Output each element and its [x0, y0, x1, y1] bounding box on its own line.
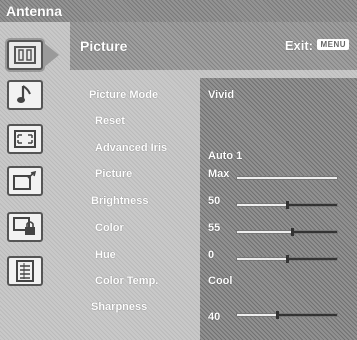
setting-value: 40 — [208, 311, 221, 323]
setting-label: Reset — [95, 115, 125, 127]
setting-value: Vivid — [208, 89, 235, 101]
slider-thumb[interactable] — [291, 228, 294, 236]
setting-row-brightness[interactable]: Brightness 50 — [0, 195, 357, 221]
color-slider[interactable] — [236, 228, 338, 236]
hue-slider[interactable] — [236, 255, 338, 263]
slider-fill — [237, 258, 287, 260]
slider-remainder — [277, 314, 337, 316]
setting-label: Picture Mode — [89, 89, 159, 101]
source-bar: Antenna — [0, 0, 357, 22]
source-label: Antenna — [6, 3, 62, 19]
setting-value: 55 — [208, 222, 221, 234]
menu-key-button[interactable]: MENU — [317, 39, 349, 50]
slider-thumb[interactable] — [286, 255, 289, 263]
setting-label: Hue — [95, 249, 116, 261]
setting-label: Advanced Iris — [95, 142, 168, 154]
setting-value: Auto 1 — [208, 150, 243, 162]
setting-label: Color Temp. — [95, 275, 159, 287]
slider-thumb[interactable] — [276, 311, 279, 319]
setting-value: 0 — [208, 249, 215, 261]
setting-value: Max — [208, 168, 230, 180]
slider-remainder — [292, 231, 337, 233]
picture-settings-icon[interactable] — [7, 40, 43, 70]
menu-title: Picture — [80, 38, 128, 54]
setting-label: Sharpness — [91, 301, 148, 313]
setting-value: 50 — [208, 195, 221, 207]
menu-header: Picture Exit: MENU — [70, 22, 357, 70]
slider-thumb[interactable] — [286, 201, 289, 209]
setting-label: Color — [95, 222, 124, 234]
setting-row-picture[interactable]: Picture Max — [0, 168, 357, 194]
slider-fill — [237, 204, 287, 206]
tv-menu-screen: Antenna Picture Exit: MENU Picture Mode … — [0, 0, 357, 340]
setting-row-hue[interactable]: Hue 0 — [0, 249, 357, 275]
setting-row-reset[interactable]: Reset — [0, 115, 357, 141]
sharpness-slider[interactable] — [236, 311, 338, 319]
setting-row-color[interactable]: Color 55 — [0, 222, 357, 248]
slider-remainder — [287, 204, 337, 206]
setting-label: Picture — [95, 168, 133, 180]
picture-slider[interactable] — [236, 176, 338, 180]
setting-row-color-temp[interactable]: Color Temp. Cool — [0, 275, 357, 301]
brightness-slider[interactable] — [236, 201, 338, 209]
active-category-pointer — [43, 42, 59, 68]
setting-row-sharpness[interactable]: Sharpness 40 — [0, 301, 357, 327]
setting-value: Cool — [208, 275, 233, 287]
slider-fill — [237, 177, 337, 179]
exit-label: Exit: — [284, 38, 313, 53]
setting-row-picture-mode[interactable]: Picture Mode Vivid — [0, 89, 357, 115]
slider-remainder — [287, 258, 337, 260]
slider-fill — [237, 314, 277, 316]
setting-row-advanced-iris[interactable]: Advanced Iris Auto 1 — [0, 142, 357, 168]
setting-label: Brightness — [91, 195, 149, 207]
slider-fill — [237, 231, 292, 233]
